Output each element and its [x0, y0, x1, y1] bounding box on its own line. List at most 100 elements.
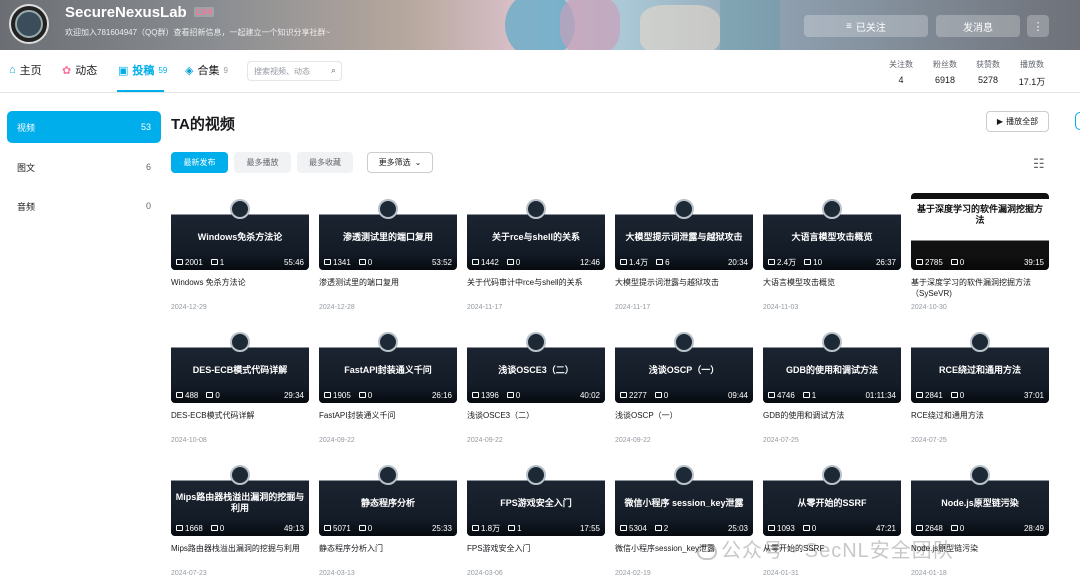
play-all-button[interactable]: ▶ 播放全部 [986, 111, 1049, 132]
video-date: 2024-10-08 [171, 437, 207, 444]
tab-collections[interactable]: ◈ 合集 9 [185, 62, 228, 78]
views-stat: 2001 [176, 258, 203, 267]
views-stat: 2277 [620, 391, 647, 400]
filter-latest[interactable]: 最新发布 [171, 152, 228, 173]
video-thumbnail[interactable]: 浅谈OSCE3（二） 1396 0 40:02 [467, 326, 605, 403]
filter-most-played[interactable]: 最多播放 [234, 152, 291, 173]
video-thumbnail[interactable]: 基于深度学习的软件漏洞挖掘方法 2785 0 39:15 [911, 193, 1049, 270]
video-thumbnail[interactable]: 大模型提示词泄露与越狱攻击 1.4万 6 20:34 [615, 193, 753, 270]
video-card[interactable]: GDB的使用和调试方法 4746 1 01:11:34 GDB的使用和调试方法 2024-… [763, 326, 901, 444]
avatar[interactable] [9, 4, 49, 44]
sidebar-item-videos[interactable]: 视频 53 [7, 111, 161, 143]
video-title[interactable]: 大模型提示词泄露与越狱攻击 [615, 277, 753, 299]
video-card[interactable]: 大模型提示词泄露与越狱攻击 1.4万 6 20:34 大模型提示词泄露与越狱攻击 2024… [615, 193, 753, 311]
tab-count: 59 [158, 65, 168, 75]
message-button[interactable]: 发消息 [936, 15, 1020, 37]
tab-dynamic[interactable]: ✿ 动态 [62, 62, 97, 78]
video-thumbnail[interactable]: Node.js原型链污染 2648 0 28:49 [911, 459, 1049, 536]
video-card[interactable]: 静态程序分析 5071 0 25:33 静态程序分析入门 2024-03-13 [319, 459, 457, 577]
more-options-button[interactable]: ⋮ [1027, 15, 1049, 37]
video-thumbnail[interactable]: 关于rce与shell的关系 1442 0 12:46 [467, 193, 605, 270]
sidebar-item-audio[interactable]: 音频 0 [7, 190, 161, 222]
filter-more-dropdown[interactable]: 更多筛选 ⌄ [367, 152, 433, 173]
play-count-icon [768, 259, 775, 265]
video-thumbnail[interactable]: DES-ECB模式代码详解 488 0 29:34 [171, 326, 309, 403]
search-icon[interactable]: ⌕ [331, 65, 336, 76]
video-card[interactable]: 浅谈OSCE3（二） 1396 0 40:02 浅谈OSCE3（二） 2024-09-22 [467, 326, 605, 444]
play-count-icon [324, 392, 331, 398]
play-count-icon [324, 525, 331, 531]
danmaku-count: 1 [517, 523, 522, 533]
username[interactable]: SecureNexusLab [65, 4, 187, 21]
video-thumbnail[interactable]: FPS游戏安全入门 1.8万 1 17:55 [467, 459, 605, 536]
video-title[interactable]: GDB的使用和调试方法 [763, 410, 901, 432]
video-card[interactable]: RCE绕过和通用方法 2841 0 37:01 RCE绕过和通用方法 2024-07-25 [911, 326, 1049, 444]
video-thumbnail[interactable]: RCE绕过和通用方法 2841 0 37:01 [911, 326, 1049, 403]
video-title[interactable]: Mips路由器栈溢出漏洞的挖掘与利用 [171, 543, 309, 565]
video-date: 2024-10-30 [911, 304, 947, 311]
search-input[interactable]: 搜索视频、动态 ⌕ [247, 61, 342, 81]
view-count: 2785 [925, 257, 943, 267]
video-card[interactable]: Mips路由器栈溢出漏洞的挖掘与利用 1668 0 49:13 Mips路由器栈溢出漏洞… [171, 459, 309, 577]
video-date: 2024-01-18 [911, 570, 947, 577]
video-title[interactable]: 大语言模型攻击概览 [763, 277, 901, 299]
video-thumbnail[interactable]: Mips路由器栈溢出漏洞的挖掘与利用 1668 0 49:13 [171, 459, 309, 536]
filter-most-favorited[interactable]: 最多收藏 [297, 152, 353, 173]
tab-home[interactable]: ⌂ 主页 [9, 62, 42, 78]
sidebar-item-articles[interactable]: 图文 6 [7, 151, 161, 183]
follow-button[interactable]: ≡ 已关注 [804, 15, 928, 37]
video-card[interactable]: 大语言模型攻击概览 2.4万 10 26:37 大语言模型攻击概览 2024-11-03 [763, 193, 901, 311]
video-title[interactable]: Windows 免杀方法论 [171, 277, 309, 299]
video-thumbnail[interactable]: 大语言模型攻击概览 2.4万 10 26:37 [763, 193, 901, 270]
danmaku-count: 0 [959, 257, 965, 267]
video-title[interactable]: 关于代码审计中rce与shell的关系 [467, 277, 605, 299]
video-card[interactable]: 浅谈OSCP（一） 2277 0 09:44 浅谈OSCP（一） 2024-09-22 [615, 326, 753, 444]
video-card[interactable]: FPS游戏安全入门 1.8万 1 17:55 FPS游戏安全入门 2024-03-06 [467, 459, 605, 577]
video-card[interactable]: DES-ECB模式代码详解 488 0 29:34 DES-ECB模式代码详解 2024-… [171, 326, 309, 444]
video-title[interactable]: 浅谈OSCP（一） [615, 410, 753, 432]
video-card[interactable]: Windows免杀方法论 2001 1 55:46 Windows 免杀方法论 2024-… [171, 193, 309, 311]
video-title[interactable]: FastAPI封装通义千问 [319, 410, 457, 432]
video-thumbnail[interactable]: 浅谈OSCP（一） 2277 0 09:44 [615, 326, 753, 403]
video-title[interactable]: RCE绕过和通用方法 [911, 410, 1049, 432]
stat-followers[interactable]: 粉丝数 6918 [925, 59, 965, 85]
danmaku-count: 0 [215, 390, 220, 400]
video-card[interactable]: 基于深度学习的软件漏洞挖掘方法 2785 0 39:15 基于深度学习的软件漏洞挖掘方法… [911, 193, 1049, 311]
stat-value: 17.1万 [1018, 77, 1046, 87]
video-thumbnail[interactable]: FastAPI封装通义千问 1905 0 26:16 [319, 326, 457, 403]
stat-label: 粉丝数 [933, 60, 957, 69]
danmaku-count: 0 [515, 390, 521, 400]
video-card[interactable]: 渗透测试里的端口复用 1341 0 53:52 渗透测试里的端口复用 2024-12-28 [319, 193, 457, 311]
banner-decoration [720, 0, 780, 50]
danmaku-stat: 0 [802, 524, 816, 533]
video-title[interactable]: DES-ECB模式代码详解 [171, 410, 309, 432]
video-date: 2024-12-29 [171, 304, 207, 311]
tab-uploads[interactable]: ▣ 投稿 59 [118, 62, 167, 78]
video-title[interactable]: 基于深度学习的软件漏洞挖掘方法（SySeVR) [911, 277, 1049, 299]
video-date: 2024-09-22 [615, 437, 651, 444]
sidebar-item-label: 音频 [17, 201, 36, 212]
video-thumbnail[interactable]: GDB的使用和调试方法 4746 1 01:11:34 [763, 326, 901, 403]
video-thumbnail[interactable]: 微信小程序 session_key泄露 5304 2 25:03 [615, 459, 753, 536]
stat-following[interactable]: 关注数 4 [881, 59, 921, 85]
video-thumbnail[interactable]: 渗透测试里的端口复用 1341 0 53:52 [319, 193, 457, 270]
video-title[interactable]: 浅谈OSCE3（二） [467, 410, 605, 432]
video-duration: 47:21 [875, 523, 896, 533]
video-card[interactable]: FastAPI封装通义千问 1905 0 26:16 FastAPI封装通义千问 2024… [319, 326, 457, 444]
list-view-icon[interactable]: ☷ [1033, 156, 1045, 172]
video-thumbnail[interactable]: 静态程序分析 5071 0 25:33 [319, 459, 457, 536]
channel-logo-icon [230, 465, 250, 485]
video-card[interactable]: 关于rce与shell的关系 1442 0 12:46 关于代码审计中rce与shell… [467, 193, 605, 311]
video-title[interactable]: 静态程序分析入门 [319, 543, 457, 565]
video-duration: 09:44 [727, 390, 748, 400]
video-title[interactable]: 渗透测试里的端口复用 [319, 277, 457, 299]
play-count-icon [176, 525, 183, 531]
danmaku-count: 0 [959, 523, 965, 533]
video-thumbnail[interactable]: Windows免杀方法论 2001 1 55:46 [171, 193, 309, 270]
thumbnail-title: 浅谈OSCE3（二） [498, 364, 574, 375]
video-title[interactable]: FPS游戏安全入门 [467, 543, 605, 565]
play-count-icon [620, 259, 627, 265]
views-stat: 2785 [916, 258, 943, 267]
danmaku-stat: 0 [950, 523, 965, 533]
video-thumbnail[interactable]: 从零开始的SSRF 1093 0 47:21 [763, 459, 901, 536]
